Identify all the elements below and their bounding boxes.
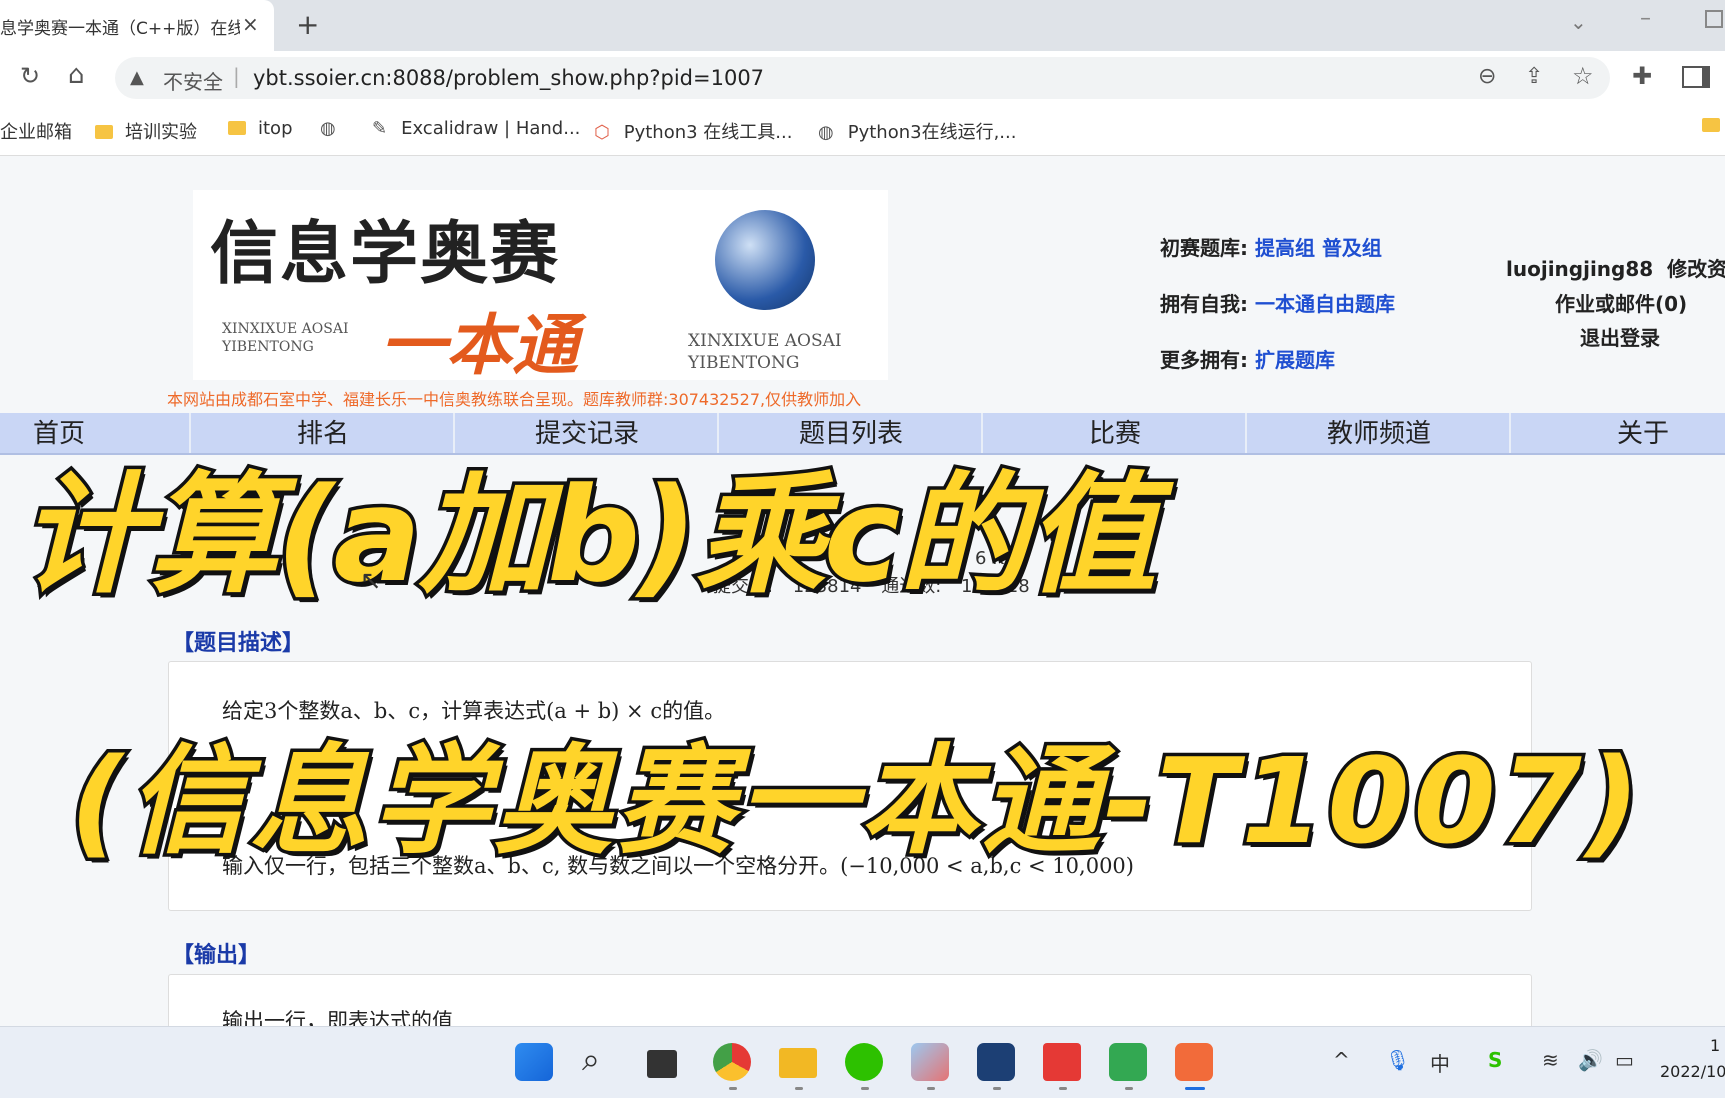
bookmark-label: 培训实验	[125, 122, 197, 143]
output-heading: 【输出】	[172, 943, 261, 968]
warning-icon[interactable]: ▲	[130, 67, 144, 88]
sogou-icon[interactable]: S	[1488, 1048, 1502, 1072]
link-extended-bank[interactable]: 扩展题库	[1255, 348, 1335, 372]
link-row-label: 更多拥有:	[1160, 348, 1248, 372]
extensions-icon[interactable]: ✚	[1632, 62, 1652, 90]
banner-pinyin-right: XINXIXUE AOSAI YIBENTONG	[688, 331, 842, 373]
chrome-icon[interactable]	[713, 1043, 751, 1081]
user-info: luojingjing88 修改资料	[1506, 253, 1725, 282]
running-indicator	[1125, 1087, 1133, 1090]
link-popular[interactable]: 普及组	[1322, 236, 1382, 260]
running-indicator	[861, 1087, 869, 1090]
tab-search-chevron-icon[interactable]: ⌄	[1570, 10, 1587, 34]
overlay-subtitle: (信息学奥赛一本通-T1007)	[67, 729, 1644, 874]
wps-icon[interactable]	[1043, 1043, 1081, 1081]
active-indicator	[1185, 1087, 1205, 1090]
bookmark-label: 企业邮箱	[0, 122, 72, 143]
bookmark-python-tool[interactable]: ⬡ Python3 在线工具...	[594, 118, 792, 144]
dev-cpp-icon[interactable]	[977, 1043, 1015, 1081]
edit-profile-link[interactable]: 修改资料	[1667, 257, 1725, 281]
file-explorer-icon[interactable]	[779, 1048, 817, 1078]
microphone-icon[interactable]: 🎙	[1385, 1048, 1410, 1072]
link-row-3: 更多拥有: 扩展题库	[1160, 344, 1335, 373]
description-heading: 【题目描述】	[172, 631, 305, 656]
mail-link[interactable]: 作业或邮件(0)	[1555, 288, 1687, 317]
banner-title: 信息学奥赛	[210, 214, 561, 294]
bookmark-excalidraw[interactable]: ✎ Excalidraw | Hand...	[372, 118, 580, 139]
bookmark-label: Python3在线运行,...	[847, 122, 1017, 143]
running-indicator	[729, 1087, 737, 1090]
bookmark-training[interactable]: 培训实验	[95, 118, 197, 144]
overlay-title: 计算(a加b)乘c的值	[17, 456, 1161, 615]
bookmark-python-run[interactable]: ◍ Python3在线运行,...	[818, 118, 1016, 144]
start-icon[interactable]	[515, 1043, 553, 1081]
globe-icon: ◍	[818, 122, 834, 143]
nav-about[interactable]: 关于	[1509, 413, 1725, 453]
bookmark-star-icon[interactable]: ☆	[1572, 62, 1594, 90]
cube-icon: ⬡	[594, 122, 610, 143]
tray-chevron-icon[interactable]: ^	[1333, 1048, 1350, 1072]
globe-icon: ◍	[320, 118, 336, 139]
link-row-1: 初赛题库: 提高组 普及组	[1160, 232, 1382, 261]
reload-icon[interactable]: ↻	[20, 62, 40, 90]
mouse-cursor-icon: ↖	[360, 566, 382, 596]
search-icon[interactable]: ⌕	[582, 1040, 600, 1079]
home-icon[interactable]: ⌂	[68, 60, 85, 90]
bookmark-label: Excalidraw | Hand...	[401, 118, 581, 139]
wifi-icon[interactable]: ≋	[1542, 1048, 1559, 1072]
bookmark-globe[interactable]: ◍	[320, 118, 350, 139]
banner-subtitle: 一本通	[380, 307, 578, 384]
running-indicator	[795, 1087, 803, 1090]
ime-icon[interactable]: 中	[1430, 1048, 1450, 1077]
link-advanced[interactable]: 提高组	[1255, 236, 1315, 260]
tab-title: 息学奥赛一本通（C++版）在线	[0, 19, 240, 39]
bookmark-itop[interactable]: itop	[228, 118, 293, 139]
minimize-icon[interactable]: –	[1640, 6, 1651, 31]
site-notice: 本网站由成都石室中学、福建长乐一中信奥教练联合呈现。题库教师群:30743252…	[167, 390, 862, 409]
url-text[interactable]: ybt.ssoier.cn:8088/problem_show.php?pid=…	[253, 66, 764, 90]
volume-icon[interactable]: 🔊	[1578, 1048, 1603, 1072]
task-view-icon[interactable]	[647, 1050, 677, 1078]
link-row-2: 拥有自我: 一本通自由题库	[1160, 288, 1395, 317]
banner-pinyin-left: XINXIXUE AOSAI YIBENTONG	[222, 321, 349, 355]
bookmark-label: itop	[258, 118, 293, 139]
logout-link[interactable]: 退出登录	[1580, 322, 1660, 351]
folder-icon[interactable]	[1702, 118, 1720, 132]
side-panel-icon[interactable]	[1682, 66, 1710, 88]
nav-teacher[interactable]: 教师频道	[1245, 413, 1511, 453]
share-icon[interactable]: ⇪	[1525, 64, 1543, 89]
maximize-icon[interactable]	[1705, 10, 1723, 28]
address-separator: |	[233, 64, 240, 88]
pen-icon: ✎	[372, 118, 388, 139]
bookmark-mail[interactable]: 企业邮箱	[0, 118, 72, 144]
link-free-bank[interactable]: 一本通自由题库	[1255, 292, 1395, 316]
folder-icon	[228, 121, 246, 135]
link-row-label: 拥有自我:	[1160, 292, 1248, 316]
security-label[interactable]: 不安全	[163, 66, 223, 95]
running-indicator	[1059, 1087, 1067, 1090]
globe-logo-icon	[715, 210, 815, 310]
running-indicator	[993, 1087, 1001, 1090]
clock-time[interactable]: 1	[1710, 1036, 1720, 1055]
zoom-icon[interactable]: ⊖	[1478, 64, 1496, 89]
link-row-label: 初赛题库:	[1160, 236, 1248, 260]
wechat-icon[interactable]	[845, 1043, 883, 1081]
folder-icon	[95, 125, 113, 139]
new-tab-button[interactable]: +	[296, 8, 319, 41]
camtasia-icon[interactable]	[1109, 1043, 1147, 1081]
running-indicator	[927, 1087, 935, 1090]
battery-icon[interactable]: ▭	[1615, 1048, 1634, 1072]
clock-date[interactable]: 2022/10	[1660, 1062, 1725, 1081]
paint-icon[interactable]	[911, 1043, 949, 1081]
tab-close-icon[interactable]: ×	[242, 12, 259, 36]
recorder-icon[interactable]	[1175, 1043, 1213, 1081]
bookmark-label: Python3 在线工具...	[623, 122, 793, 143]
username[interactable]: luojingjing88	[1506, 257, 1653, 281]
